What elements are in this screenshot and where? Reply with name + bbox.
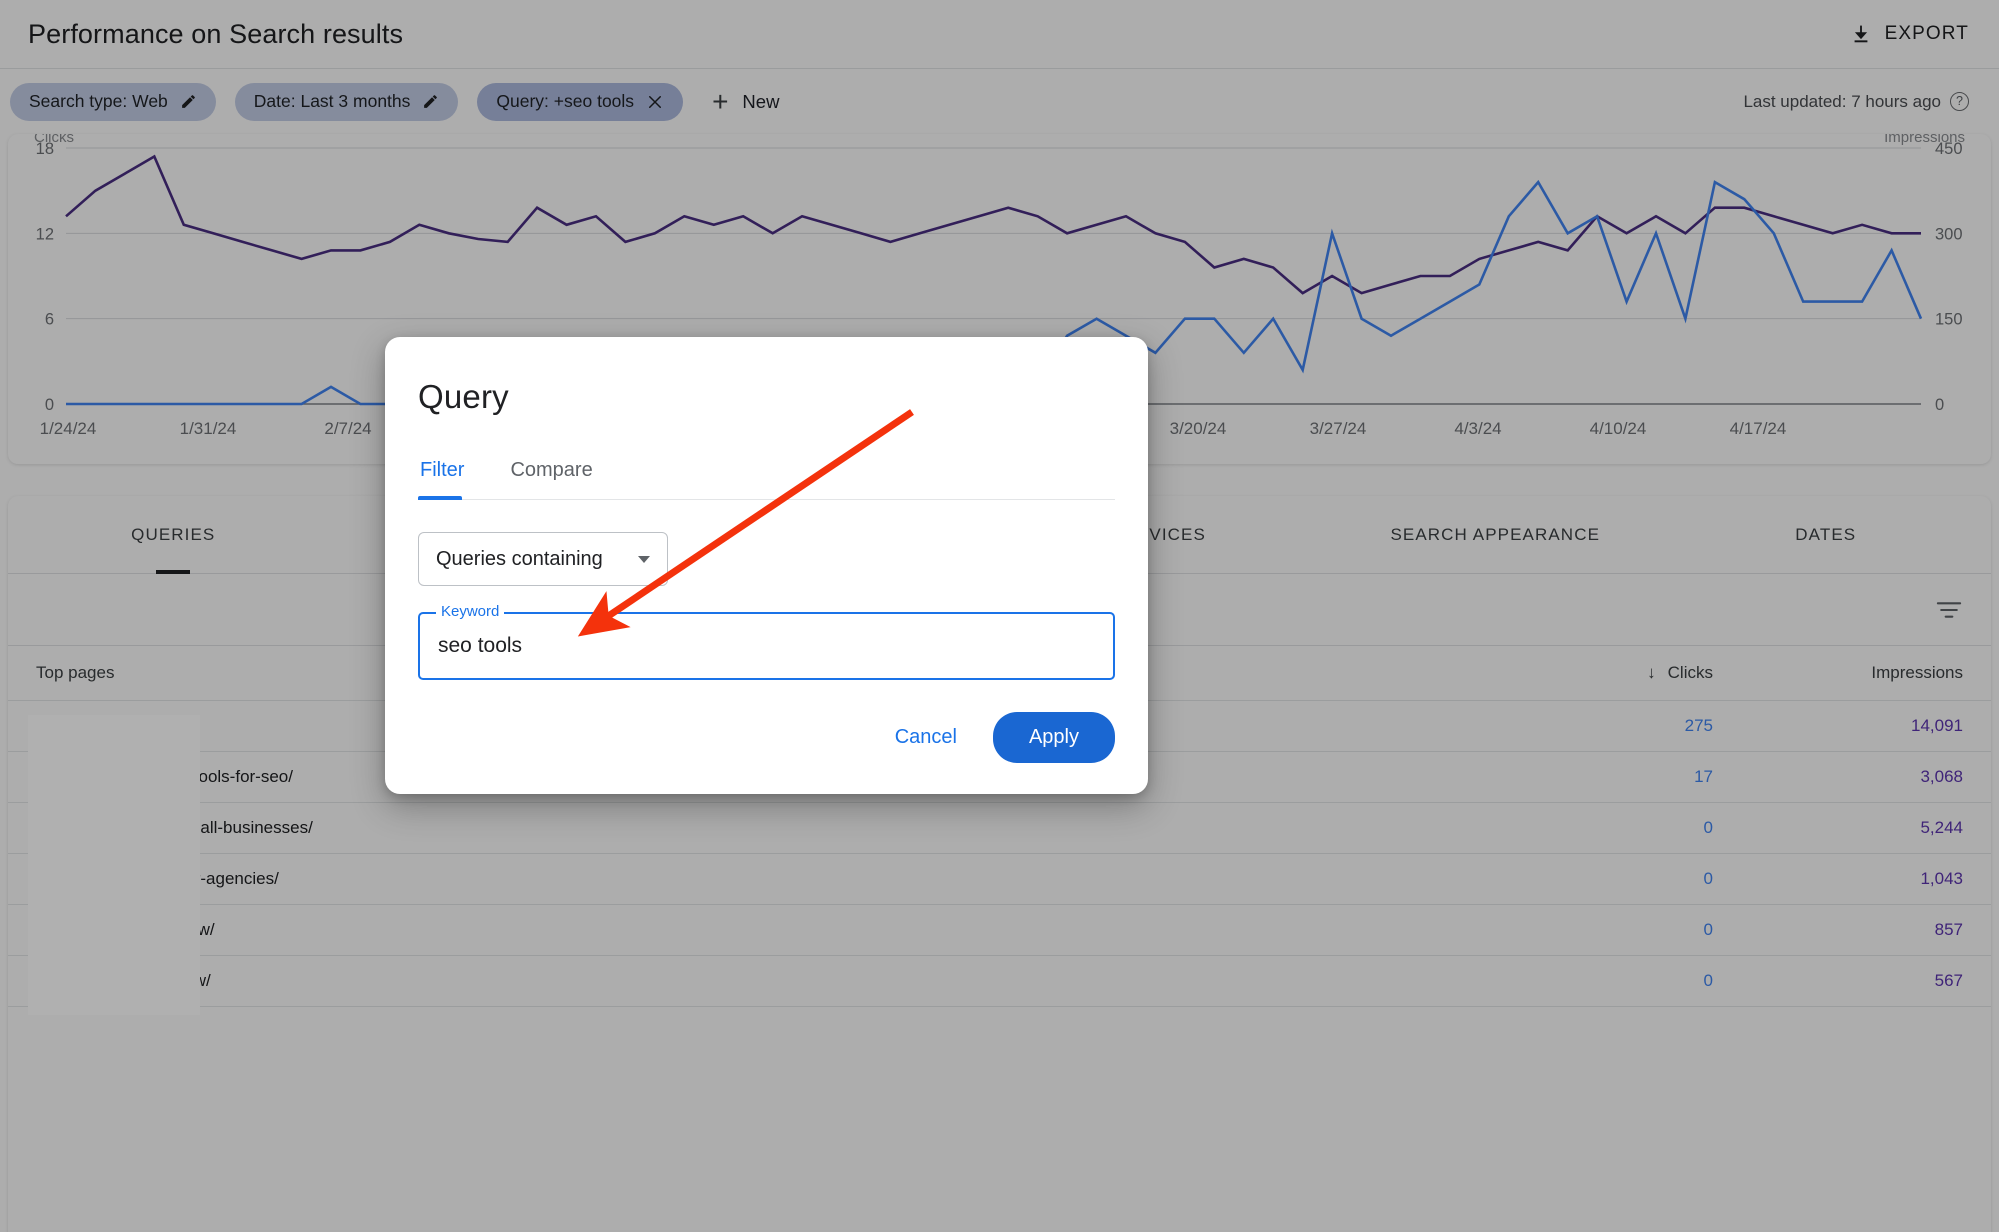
cell-clicks: 0 bbox=[1471, 904, 1741, 956]
chip-date-range-label: Date: Last 3 months bbox=[253, 91, 411, 111]
cell-clicks: 0 bbox=[1471, 802, 1741, 854]
cell-clicks: 17 bbox=[1471, 751, 1741, 803]
download-icon bbox=[1854, 24, 1868, 42]
filter-list-icon[interactable] bbox=[1935, 600, 1963, 620]
close-icon[interactable] bbox=[646, 93, 664, 111]
plus-icon: + bbox=[712, 85, 729, 117]
export-label: EXPORT bbox=[1884, 23, 1969, 44]
chip-query[interactable]: Query: +seo tools bbox=[477, 82, 684, 121]
redaction-block bbox=[28, 715, 200, 1015]
cell-impressions: 857 bbox=[1741, 904, 1991, 956]
x-axis-tick: 1/24/24 bbox=[40, 419, 97, 438]
table-row[interactable]: .com/seotesting-review/0857 bbox=[8, 904, 1991, 956]
tab-compare[interactable]: Compare bbox=[508, 459, 608, 499]
impressions-axis-title: Impressions bbox=[1884, 134, 1965, 146]
chip-date-range[interactable]: Date: Last 3 months bbox=[234, 82, 459, 121]
filter-bar: Search type: Web Date: Last 3 months Que… bbox=[0, 68, 1999, 134]
clicks-axis-title: Clicks bbox=[34, 134, 74, 146]
left-axis-tick: 12 bbox=[36, 225, 54, 243]
tab-filter[interactable]: Filter bbox=[418, 459, 480, 500]
x-axis-tick: 4/10/24 bbox=[1590, 419, 1647, 438]
cell-page: .com/seo-software-for-agencies/ bbox=[8, 853, 1471, 905]
cell-impressions: 14,091 bbox=[1741, 700, 1991, 752]
last-updated: Last updated: 7 hours ago ? bbox=[1743, 92, 1969, 112]
cancel-button[interactable]: Cancel bbox=[873, 714, 979, 761]
new-filter-button[interactable]: + New bbox=[702, 83, 789, 121]
table-row[interactable]: .com/mangools-review/0567 bbox=[8, 955, 1991, 1007]
chevron-down-icon bbox=[638, 555, 650, 563]
right-axis-tick: 0 bbox=[1935, 396, 1944, 414]
x-axis-tick: 4/17/24 bbox=[1730, 419, 1787, 438]
cell-page: .com/mangools-review/ bbox=[8, 955, 1471, 1007]
right-axis-tick: 300 bbox=[1935, 225, 1963, 243]
right-axis-tick: 150 bbox=[1935, 311, 1963, 329]
match-type-select[interactable]: Queries containing bbox=[418, 532, 668, 586]
cell-clicks: 275 bbox=[1471, 700, 1741, 752]
page-header: Performance on Search results EXPORT bbox=[0, 0, 1999, 68]
cell-impressions: 3,068 bbox=[1741, 751, 1991, 803]
cell-impressions: 5,244 bbox=[1741, 802, 1991, 854]
pencil-icon bbox=[424, 95, 438, 108]
cell-clicks: 0 bbox=[1471, 955, 1741, 1007]
question-mark-icon[interactable]: ? bbox=[1950, 92, 1969, 111]
last-updated-label: Last updated: 7 hours ago bbox=[1743, 91, 1941, 111]
dialog-actions: Cancel Apply bbox=[418, 712, 1115, 763]
chip-search-type[interactable]: Search type: Web bbox=[10, 82, 216, 121]
cell-clicks: 0 bbox=[1471, 853, 1741, 905]
cell-impressions: 567 bbox=[1741, 955, 1991, 1007]
cell-page: .com/seotesting-review/ bbox=[8, 904, 1471, 956]
dialog-tabs: Filter Compare bbox=[418, 459, 1115, 500]
match-type-value: Queries containing bbox=[436, 547, 603, 570]
pencil-icon bbox=[181, 95, 195, 108]
table-row[interactable]: .com/seo-software-for-agencies/01,043 bbox=[8, 853, 1991, 905]
export-button[interactable]: EXPORT bbox=[1850, 23, 1969, 46]
keyword-input[interactable] bbox=[420, 614, 1113, 678]
arrow-down-icon: ↓ bbox=[1647, 662, 1656, 682]
query-filter-dialog: Query Filter Compare Queries containing … bbox=[385, 337, 1148, 794]
impressions-line bbox=[65, 154, 1921, 295]
column-header-impressions[interactable]: Impressions bbox=[1741, 646, 1991, 701]
page-title: Performance on Search results bbox=[28, 18, 404, 49]
cell-page: .com/seo-tools-for-small-businesses/ bbox=[8, 802, 1471, 854]
left-axis-tick: 0 bbox=[45, 396, 54, 414]
x-axis-tick: 1/31/24 bbox=[180, 419, 237, 438]
left-axis-tick: 6 bbox=[45, 311, 54, 329]
dialog-title: Query bbox=[418, 378, 509, 415]
x-axis-tick: 3/27/24 bbox=[1310, 419, 1367, 438]
x-axis-tick: 2/7/24 bbox=[324, 419, 371, 438]
cell-impressions: 1,043 bbox=[1741, 853, 1991, 905]
x-axis-tick: 4/3/24 bbox=[1454, 419, 1501, 438]
column-header-clicks-label: Clicks bbox=[1667, 662, 1713, 682]
tab-dates[interactable]: DATES bbox=[1661, 496, 1992, 574]
apply-button[interactable]: Apply bbox=[992, 712, 1115, 763]
new-filter-label: New bbox=[742, 90, 780, 112]
keyword-label: Keyword bbox=[436, 603, 505, 620]
x-axis-tick: 3/20/24 bbox=[1170, 419, 1227, 438]
chip-search-type-label: Search type: Web bbox=[29, 91, 168, 111]
table-row[interactable]: .com/seo-tools-for-small-businesses/05,2… bbox=[8, 802, 1991, 854]
chip-query-label: Query: +seo tools bbox=[496, 91, 635, 111]
tab-queries[interactable]: QUERIES bbox=[8, 496, 339, 574]
column-header-clicks[interactable]: ↓ Clicks bbox=[1471, 646, 1741, 701]
keyword-field: Keyword bbox=[418, 603, 1115, 680]
tab-search-appearance[interactable]: SEARCH APPEARANCE bbox=[1330, 496, 1661, 574]
